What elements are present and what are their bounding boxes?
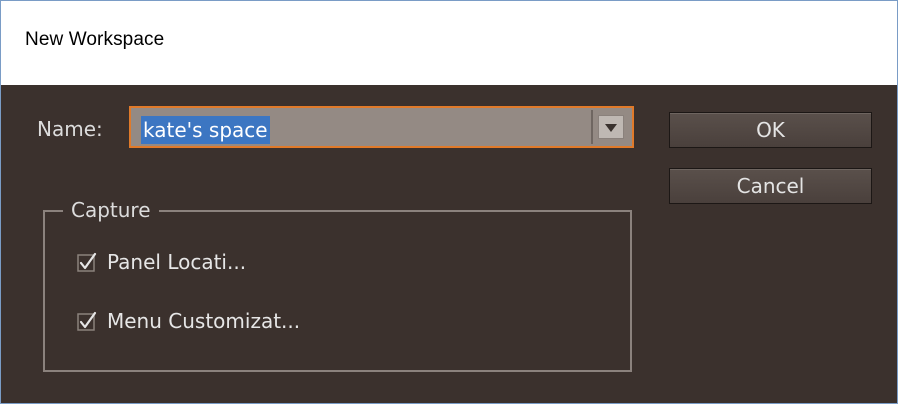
capture-group-title: Capture xyxy=(63,198,159,222)
panel-locations-label: Panel Locati... xyxy=(107,250,247,274)
chevron-down-icon xyxy=(605,124,617,132)
name-input-value: kate's space xyxy=(141,116,270,144)
checkmark-icon xyxy=(77,252,97,272)
name-input[interactable]: kate's space xyxy=(135,111,595,144)
dialog-body: Name: kate's space OK Cancel Capture Pan… xyxy=(1,85,897,403)
dialog-title: New Workspace xyxy=(25,29,165,50)
new-workspace-dialog: New Workspace Name: kate's space OK Canc… xyxy=(0,0,898,404)
capture-group xyxy=(43,210,632,372)
ok-button[interactable]: OK xyxy=(669,112,872,148)
menu-customization-label: Menu Customizat... xyxy=(107,309,301,333)
title-bar[interactable]: New Workspace xyxy=(1,1,897,85)
name-label: Name: xyxy=(37,117,103,141)
dropdown-button[interactable] xyxy=(598,115,624,139)
cancel-button[interactable]: Cancel xyxy=(669,168,872,204)
checkmark-icon xyxy=(77,311,97,331)
name-combobox[interactable]: kate's space xyxy=(129,106,634,148)
combo-divider xyxy=(591,110,593,144)
